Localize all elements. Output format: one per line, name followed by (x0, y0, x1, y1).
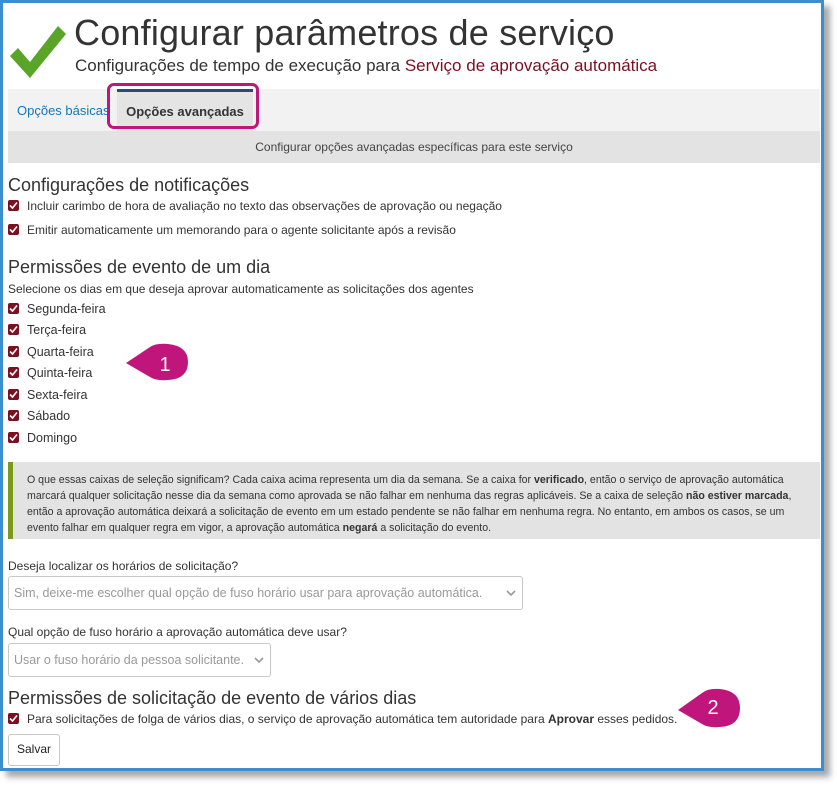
multi-day-text-prefix: Para solicitações de folga de vários dia… (27, 712, 548, 726)
day-label: Quinta-feira (27, 366, 93, 380)
callout-2-number: 2 (707, 697, 719, 719)
timezone-question: Qual opção de fuso horário a aprovação a… (8, 625, 347, 639)
notifications-section-title: Configurações de notificações (8, 175, 250, 195)
info-text-4: a solicitação do evento. (377, 522, 492, 534)
multi-day-text-bold: Aprovar (547, 712, 594, 726)
check-mark-icon (9, 714, 18, 723)
save-button[interactable]: Salvar (8, 734, 60, 766)
tab-basic-options[interactable]: Opções básicas (8, 89, 119, 131)
option-label: Emitir automaticamente um memorando para… (27, 223, 456, 237)
checkbox-include-timestamp[interactable] (8, 200, 19, 211)
check-mark-icon (9, 347, 18, 356)
day-label: Quarta-feira (27, 345, 94, 359)
checkbox-tuesday[interactable] (8, 324, 19, 335)
info-bold-1: verificado (534, 474, 585, 486)
day-label: Sexta-feira (27, 388, 88, 402)
option-label: Para solicitações de folga de vários dia… (27, 711, 677, 727)
checkbox-sunday[interactable] (8, 432, 19, 443)
check-mark-icon (9, 411, 18, 420)
check-mark-icon (9, 433, 18, 442)
page-header: Configurar parâmetros de serviço Configu… (8, 12, 808, 82)
callout-1-number: 1 (159, 354, 171, 376)
day-label: Domingo (27, 431, 78, 445)
localize-selected-value: Sim, deixe-me escolher qual opção de fus… (14, 586, 483, 600)
checkbox-friday[interactable] (8, 389, 19, 400)
single-day-section-title: Permissões de evento de um dia (8, 257, 271, 277)
page-title: Configurar parâmetros de serviço (74, 12, 615, 53)
page-subtitle: Configurações de tempo de execução para … (75, 56, 657, 76)
check-mark-icon (9, 225, 18, 234)
localize-select[interactable]: Sim, deixe-me escolher qual opção de fus… (8, 576, 523, 610)
multi-day-section-title: Permissões de solicitação de evento de v… (8, 688, 417, 708)
timezone-selected-value: Usar o fuso horário da pessoa solicitant… (14, 653, 244, 667)
checkbox-emit-memo[interactable] (8, 224, 19, 235)
day-label: Terça-feira (27, 323, 87, 337)
chevron-down-icon (506, 590, 516, 597)
service-name: Serviço de aprovação automática (404, 56, 658, 75)
check-mark-icon (9, 368, 18, 377)
multi-day-text-suffix: esses pedidos. (593, 712, 678, 726)
checkbox-multi-day-approve[interactable] (8, 713, 19, 724)
check-mark-icon (9, 390, 18, 399)
checkbox-monday[interactable] (8, 303, 19, 314)
info-bold-3: negará (342, 522, 378, 534)
localize-question: Deseja localizar os horários de solicita… (8, 559, 239, 573)
timezone-select[interactable]: Usar o fuso horário da pessoa solicitant… (8, 643, 271, 677)
tab-highlight-annotation (107, 83, 259, 129)
info-bold-2: não estiver marcada (685, 490, 789, 502)
subtitle-prefix: Configurações de tempo de execução para (75, 56, 405, 75)
checkbox-saturday[interactable] (8, 410, 19, 421)
check-mark-icon (9, 304, 18, 313)
checkbox-thursday[interactable] (8, 367, 19, 378)
info-box: O que essas caixas de seleção significam… (8, 462, 820, 539)
info-text-1: O que essas caixas de seleção significam… (27, 474, 534, 486)
single-day-instruction: Selecione os dias em que deseja aprovar … (8, 282, 474, 296)
check-mark-icon (9, 201, 18, 210)
day-label: Segunda-feira (27, 302, 106, 316)
chevron-down-icon (254, 657, 264, 664)
day-label: Sábado (27, 409, 71, 423)
tab-description-banner: Configurar opções avançadas específicas … (8, 131, 820, 163)
checkmark-icon (10, 26, 66, 78)
option-label: Incluir carimbo de hora de avaliação no … (27, 199, 502, 213)
check-mark-icon (9, 325, 18, 334)
checkbox-wednesday[interactable] (8, 346, 19, 357)
